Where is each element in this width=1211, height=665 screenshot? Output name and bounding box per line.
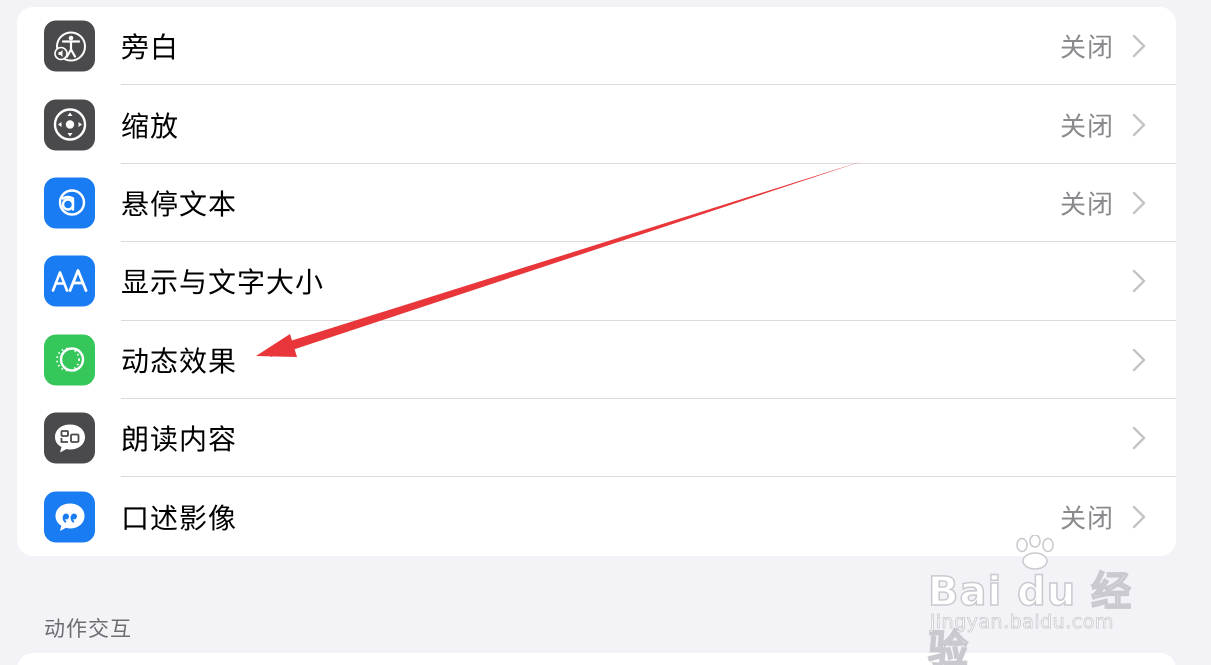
row-zoom[interactable]: 缩放 关闭 (17, 85, 1176, 164)
hover-text-value: 关闭 (1059, 190, 1114, 221)
zoom-value: 关闭 (1059, 112, 1114, 143)
row-motion[interactable]: 动态效果 (17, 321, 1176, 399)
row-spoken-content[interactable]: 朗读内容 (17, 399, 1176, 478)
chevron-right-icon (1132, 113, 1146, 136)
row-hover-text[interactable]: 悬停文本 关闭 (17, 164, 1176, 243)
voiceover-icon (44, 20, 95, 72)
display-text-size-label: 显示与文字大小 (121, 266, 325, 300)
accessibility-vision-group: 旁白 关闭 缩放 关闭 悬停文本 关闭 显示与文字大小 动态效果 朗读内容 口述… (17, 7, 1176, 556)
row-audio-description[interactable]: 口述影像 关闭 (17, 477, 1176, 555)
watermark-url: jingyan.baidu.com (930, 611, 1114, 634)
voiceover-label: 旁白 (121, 31, 180, 65)
text-size-icon (44, 255, 95, 307)
interaction-group (17, 653, 1176, 665)
spoken-content-icon (44, 412, 95, 464)
watermark-brand: Bai du 经验 (927, 568, 1133, 665)
section-header-interaction: 动作交互 (44, 617, 132, 641)
hover-text-label: 悬停文本 (121, 187, 238, 221)
voiceover-value: 关闭 (1059, 33, 1114, 64)
hover-text-icon (44, 177, 95, 229)
row-voiceover[interactable]: 旁白 关闭 (17, 7, 1176, 86)
audio-description-label: 口述影像 (121, 501, 238, 535)
row-display-text-size[interactable]: 显示与文字大小 (17, 242, 1176, 321)
audio-description-icon (44, 491, 95, 543)
zoom-label: 缩放 (121, 109, 180, 143)
chevron-right-icon (1132, 191, 1146, 215)
chevron-right-icon (1132, 348, 1146, 371)
audio-description-value: 关闭 (1059, 504, 1114, 535)
spoken-content-label: 朗读内容 (121, 423, 238, 457)
chevron-right-icon (1132, 34, 1146, 58)
chevron-right-icon (1132, 426, 1146, 450)
motion-label: 动态效果 (121, 344, 238, 378)
chevron-right-icon (1132, 270, 1146, 293)
motion-icon (44, 334, 95, 386)
chevron-right-icon (1132, 505, 1146, 528)
zoom-icon (44, 99, 95, 151)
